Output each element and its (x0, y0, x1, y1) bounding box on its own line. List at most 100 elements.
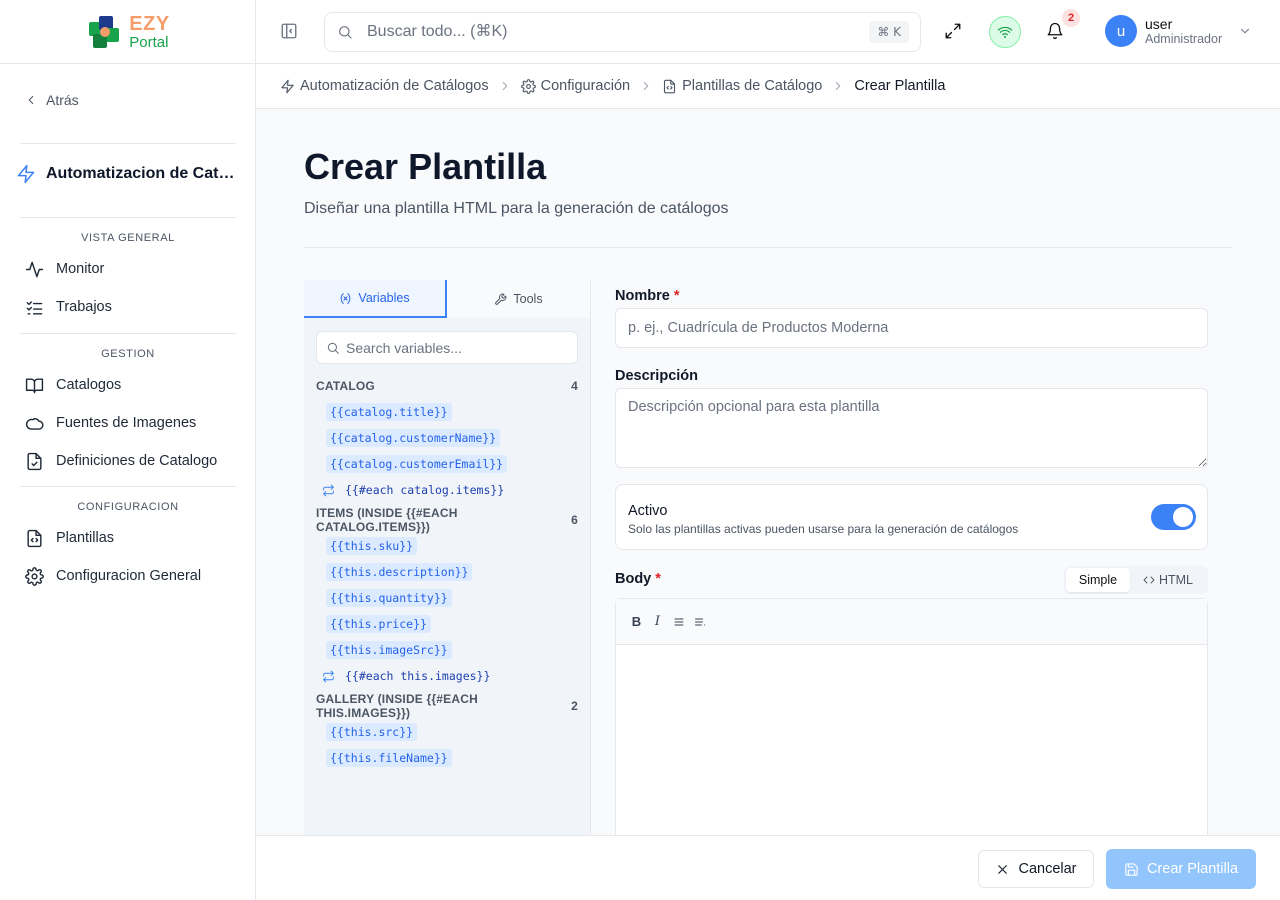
notifications-button[interactable] (1046, 22, 1064, 40)
zap-icon (281, 79, 294, 93)
required-mark: * (655, 571, 661, 587)
global-search[interactable]: ⌘ K (324, 12, 921, 52)
bell-icon (1047, 22, 1063, 40)
chevron-down-icon (1241, 28, 1250, 34)
sidebar: EZY Portal Atrás Automatizacion de Catal… (0, 0, 256, 900)
back-link[interactable]: Atrás (24, 92, 79, 108)
sidebar-section-gestion: GESTION Catalogos Fuentes de Imagenes De… (20, 333, 236, 480)
breadcrumb-label: Automatización de Catálogos (300, 78, 489, 94)
variable-loop-label: {{#each catalog.items}} (345, 483, 505, 497)
mode-html-button[interactable]: HTML (1130, 568, 1206, 592)
bold-button[interactable]: B (628, 612, 645, 632)
module-title: Automatizacion de Catalogos (16, 164, 240, 184)
cloud-icon (25, 417, 44, 430)
descripcion-label: Descripción (615, 368, 698, 384)
breadcrumb-label: Configuración (540, 78, 631, 94)
sidebar-item-plantillas[interactable]: Plantillas (20, 519, 236, 557)
page-subtitle: Diseñar una plantilla HTML para la gener… (304, 200, 729, 217)
sidebar-item-label: Plantillas (56, 530, 115, 546)
variables-search[interactable] (316, 331, 578, 364)
sidebar-item-label: Trabajos (56, 299, 112, 315)
sidebar-item-label: Configuracion General (56, 568, 202, 584)
editor-toolbar: B I (616, 599, 1207, 645)
connection-status-button[interactable] (989, 16, 1021, 48)
variable-group-count: 4 (571, 379, 578, 393)
list-icon (674, 618, 683, 625)
gear-icon (25, 566, 44, 586)
sidebar-item-definiciones-de-catalogo[interactable]: Definiciones de Catalogo (20, 442, 236, 480)
chevron-left-icon (28, 95, 34, 105)
variable-chip[interactable]: {{catalog.customerName}} (326, 429, 501, 447)
create-template-button[interactable]: Crear Plantilla (1106, 849, 1256, 889)
tab-tools[interactable]: Tools (447, 280, 590, 318)
list-ordered-icon (694, 618, 705, 625)
variables-panel: Variables Tools CATALOG 4 {{catalog.titl… (304, 280, 591, 835)
variable-chip[interactable]: {{this.src}} (326, 723, 418, 741)
book-open-icon (25, 377, 44, 393)
body-label-text: Body (615, 571, 652, 587)
wifi-icon (997, 26, 1013, 38)
body-editor[interactable]: B I (615, 598, 1208, 848)
sidebar-section-title: GESTION (101, 348, 155, 360)
variables-search-input[interactable] (346, 339, 566, 356)
ordered-list-button[interactable] (691, 612, 708, 632)
descripcion-textarea[interactable] (615, 388, 1208, 468)
variables-tabs: Variables Tools (304, 280, 590, 318)
sidebar-section-vista-general: VISTA GENERAL Monitor Trabajos (20, 217, 236, 326)
gear-icon (520, 78, 536, 94)
toggle-knob (1173, 507, 1193, 527)
zap-icon (17, 164, 35, 184)
tab-label: Tools (513, 292, 543, 306)
italic-button[interactable]: I (649, 612, 666, 632)
sidebar-item-fuentes-de-imagenes[interactable]: Fuentes de Imagenes (20, 404, 236, 442)
logo[interactable]: EZY Portal (0, 0, 255, 64)
variable-group-title: ITEMS (INSIDE {{#EACH CATALOG.ITEMS}}) (316, 506, 458, 534)
sidebar-item-catalogos[interactable]: Catalogos (20, 366, 236, 404)
variable-chip[interactable]: {{this.price}} (326, 615, 431, 633)
activity-icon (25, 261, 44, 277)
activo-toggle[interactable] (1151, 504, 1196, 530)
page-title: Crear Plantilla (304, 146, 547, 187)
topbar: ⌘ K 2 u user Administrador (256, 0, 1280, 64)
chevron-right-icon (836, 81, 841, 91)
nombre-input[interactable] (615, 308, 1208, 348)
breadcrumb-current: Crear Plantilla (854, 78, 946, 94)
tab-variables[interactable]: Variables (304, 280, 447, 318)
file-code-icon (27, 529, 42, 547)
user-menu[interactable]: u user Administrador (1105, 15, 1252, 47)
breadcrumb-item-plantillas[interactable]: Plantillas de Catálogo (662, 78, 822, 94)
search-icon (339, 26, 352, 39)
sidebar-item-monitor[interactable]: Monitor (20, 250, 236, 288)
breadcrumb-item-configuracion[interactable]: Configuración (520, 78, 631, 94)
sidebar-item-configuracion-general[interactable]: Configuracion General (20, 557, 236, 595)
variable-chip[interactable]: {{catalog.title}} (326, 403, 452, 421)
cancel-label: Cancelar (1018, 861, 1077, 877)
sidebar-item-trabajos[interactable]: Trabajos (20, 288, 236, 326)
sidebar-toggle-button[interactable] (280, 22, 298, 40)
file-code-icon (664, 79, 676, 93)
variable-chip[interactable]: {{this.imageSrc}} (326, 641, 452, 659)
variable-chip[interactable]: {{this.fileName}} (326, 749, 452, 767)
fullscreen-button[interactable] (944, 22, 962, 40)
breadcrumb-item-automatizacion[interactable]: Automatización de Catálogos (280, 78, 489, 94)
variable-chip[interactable]: {{this.quantity}} (326, 589, 452, 607)
variable-loop[interactable]: {{#each catalog.items}} (322, 477, 578, 503)
variable-chip[interactable]: {{this.sku}} (326, 537, 418, 555)
module-title-text: Automatizacion de Catalogos (46, 165, 238, 182)
bullet-list-button[interactable] (670, 612, 687, 632)
variable-loop[interactable]: {{#each this.images}} (322, 663, 578, 689)
chevron-right-icon (502, 81, 507, 91)
activo-card: Activo Solo las plantillas activas puede… (615, 484, 1208, 550)
mode-simple-button[interactable]: Simple (1066, 568, 1130, 592)
header-divider (304, 247, 1232, 248)
close-icon (998, 864, 1008, 874)
variable-chip[interactable]: {{catalog.customerEmail}} (326, 455, 508, 473)
search-input[interactable] (367, 23, 870, 41)
repeat-icon (323, 670, 334, 682)
variable-chip[interactable]: {{this.description}} (326, 563, 473, 581)
variable-group-title: GALLERY (INSIDE {{#EACH THIS.IMAGES}}) (316, 692, 478, 720)
user-name: user (1145, 15, 1173, 32)
cancel-button[interactable]: Cancelar (978, 850, 1094, 888)
expand-icon (945, 23, 961, 39)
code-icon (1143, 576, 1155, 584)
